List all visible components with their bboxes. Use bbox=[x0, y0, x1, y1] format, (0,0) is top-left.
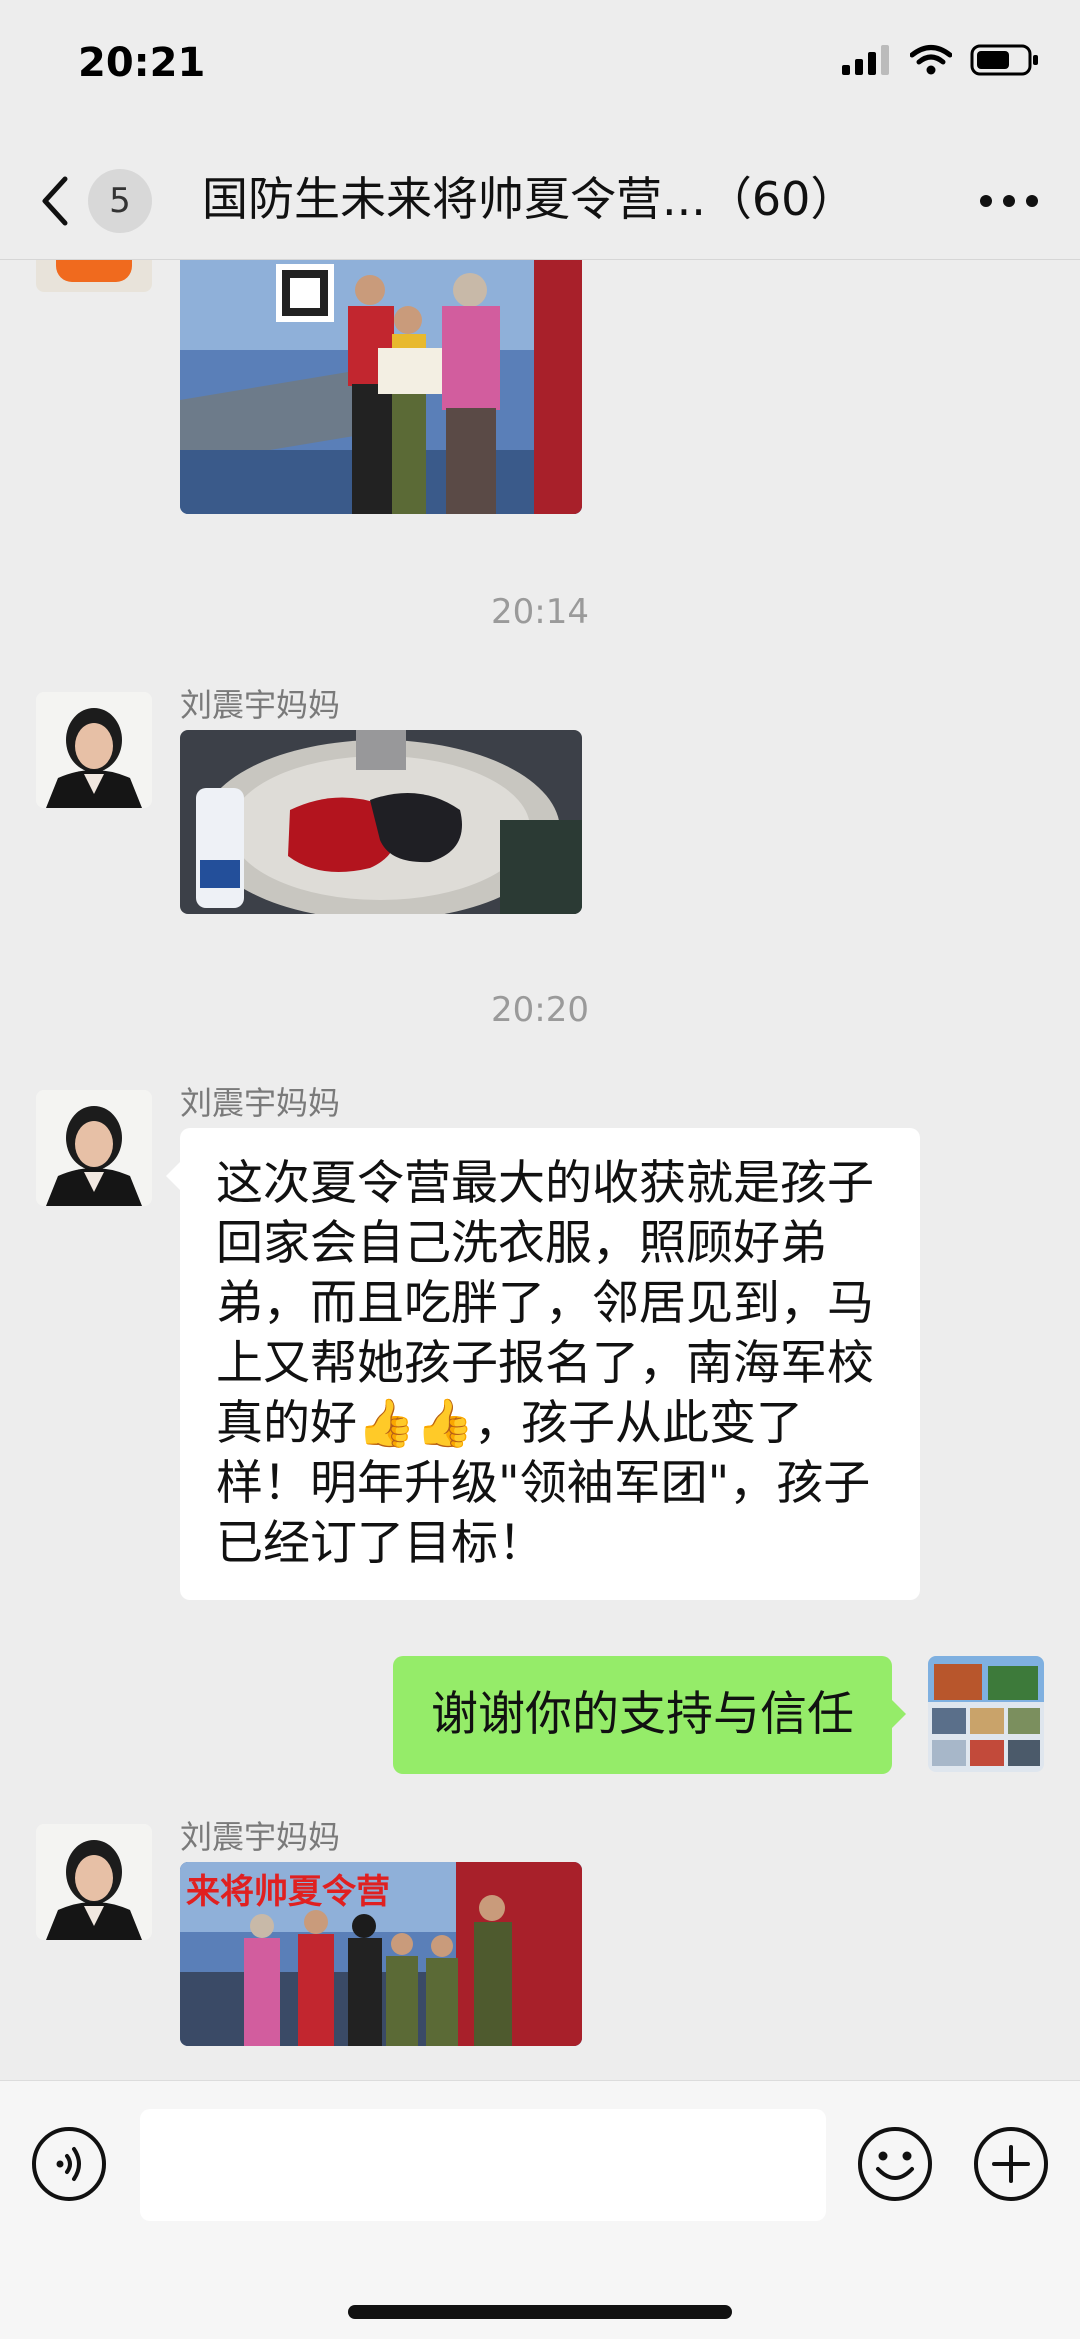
unread-badge: 5 bbox=[88, 169, 152, 233]
wifi-icon bbox=[910, 45, 952, 75]
avatar[interactable] bbox=[36, 1090, 152, 1206]
outgoing-message[interactable]: 谢谢你的支持与信任 bbox=[393, 1656, 906, 1774]
text-message[interactable]: 这次夏令营最大的收获就是孩子回家会自己洗衣服，照顾好弟弟，而且吃胖了，邻居见到，… bbox=[166, 1128, 920, 1600]
avatar[interactable] bbox=[36, 692, 152, 808]
battery-icon bbox=[970, 44, 1038, 76]
image-message[interactable] bbox=[180, 730, 582, 914]
image-message[interactable] bbox=[180, 260, 582, 514]
more-button[interactable] bbox=[974, 176, 1044, 226]
sender-name: 刘震宇妈妈 bbox=[180, 1818, 341, 1856]
plus-icon bbox=[974, 2127, 1048, 2201]
back-button[interactable]: 5 bbox=[40, 166, 170, 236]
voice-icon bbox=[32, 2127, 106, 2201]
chat-area[interactable]: 20:14 刘震宇妈妈 20:20 刘震宇妈妈 这次夏令营最大的收获就是孩子回家… bbox=[0, 260, 1080, 2080]
chat-title[interactable]: 国防生未来将帅夏令营...（60） bbox=[202, 166, 902, 232]
emoji-button[interactable] bbox=[856, 2125, 934, 2203]
emoji-icon bbox=[858, 2127, 932, 2201]
sender-name: 刘震宇妈妈 bbox=[180, 1084, 341, 1122]
status-icons bbox=[842, 44, 1040, 76]
sender-name: 刘震宇妈妈 bbox=[180, 686, 341, 724]
timestamp: 20:14 bbox=[491, 592, 589, 632]
status-time: 20:21 bbox=[78, 40, 206, 86]
more-icon bbox=[980, 195, 1038, 207]
plus-button[interactable] bbox=[972, 2125, 1050, 2203]
self-avatar[interactable] bbox=[928, 1656, 1044, 1772]
avatar[interactable] bbox=[36, 260, 152, 292]
home-indicator[interactable] bbox=[348, 2305, 732, 2319]
chat-header: 5 国防生未来将帅夏令营...（60） bbox=[0, 140, 1080, 260]
input-bar bbox=[0, 2080, 1080, 2339]
image-message[interactable]: 来将帅夏令营 bbox=[180, 1862, 582, 2046]
voice-button[interactable] bbox=[30, 2125, 108, 2203]
avatar[interactable] bbox=[36, 1824, 152, 1940]
signal-icon bbox=[842, 45, 889, 75]
status-bar: 20:21 bbox=[0, 0, 1080, 140]
timestamp: 20:20 bbox=[491, 990, 589, 1030]
message-input[interactable] bbox=[140, 2109, 826, 2221]
banner-text: 来将帅夏令营 bbox=[186, 1872, 390, 1912]
back-icon bbox=[42, 176, 68, 226]
